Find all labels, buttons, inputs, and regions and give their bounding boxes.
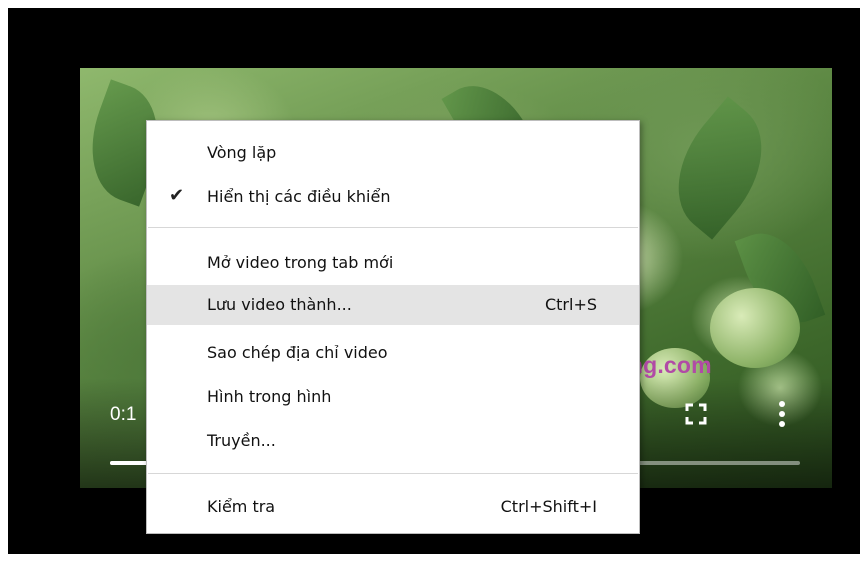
menu-item-shortcut: Ctrl+S <box>544 295 597 314</box>
menu-item-label: Hình trong hình <box>207 387 332 406</box>
menu-item-save-video-as[interactable]: Lưu video thành... Ctrl+S <box>147 285 639 325</box>
menu-item-inspect[interactable]: Kiểm tra Ctrl+Shift+I <box>147 487 639 527</box>
menu-item-label: Kiểm tra <box>207 497 276 516</box>
menu-item-cast[interactable]: Truyền... <box>147 421 639 461</box>
checkmark-icon: ✔ <box>169 185 185 206</box>
menu-item-copy-video-address[interactable]: Sao chép địa chỉ video <box>147 333 639 373</box>
leaf-decoration <box>650 96 790 240</box>
menu-item-loop[interactable]: Vòng lặp <box>147 133 639 173</box>
menu-item-shortcut: Ctrl+Shift+I <box>500 497 597 516</box>
context-menu: Vòng lặp ✔ Hiển thị các điều khiển Mở vi… <box>146 120 640 534</box>
menu-item-open-video-new-tab[interactable]: Mở video trong tab mới <box>147 243 639 283</box>
menu-item-picture-in-picture[interactable]: Hình trong hình <box>147 377 639 417</box>
more-options-button[interactable] <box>776 400 788 428</box>
more-vert-icon <box>779 401 785 427</box>
current-time: 0:1 <box>110 404 137 425</box>
menu-item-show-controls[interactable]: ✔ Hiển thị các điều khiển <box>147 177 639 217</box>
fullscreen-button[interactable] <box>684 402 708 426</box>
menu-item-label: Hiển thị các điều khiển <box>207 187 391 206</box>
menu-item-label: Truyền... <box>207 431 276 450</box>
fullscreen-icon <box>685 403 707 425</box>
menu-item-label: Mở video trong tab mới <box>207 253 394 272</box>
menu-item-label: Lưu video thành... <box>207 295 352 314</box>
menu-separator <box>148 227 638 228</box>
fruit-decoration <box>710 288 800 368</box>
menu-item-label: Sao chép địa chỉ video <box>207 343 388 362</box>
menu-separator <box>148 473 638 474</box>
menu-item-label: Vòng lặp <box>207 143 277 162</box>
